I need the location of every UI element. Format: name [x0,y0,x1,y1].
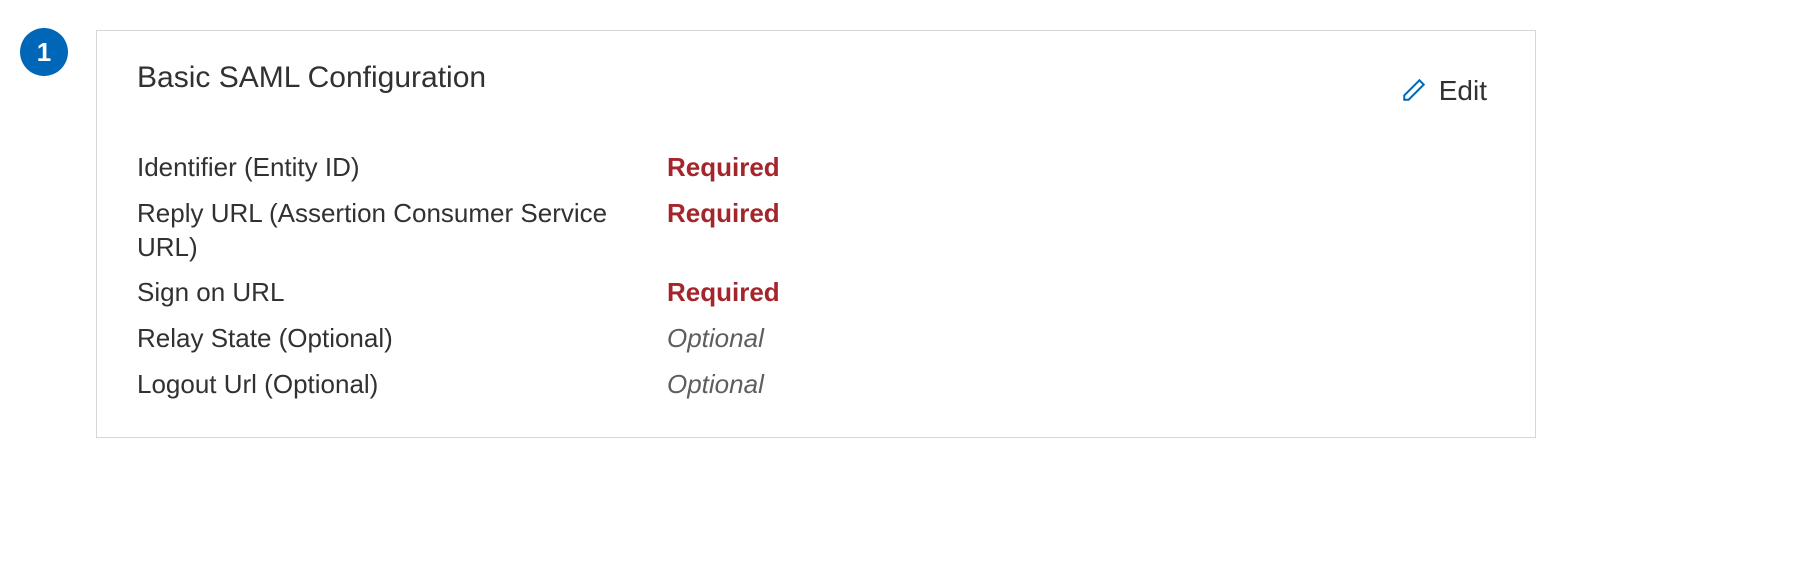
field-label: Identifier (Entity ID) [137,151,667,185]
step-number: 1 [37,37,51,68]
field-label: Logout Url (Optional) [137,368,667,402]
field-row-reply-url: Reply URL (Assertion Consumer Service UR… [137,197,1495,265]
card-title: Basic SAML Configuration [137,61,486,95]
field-value: Required [667,151,780,185]
saml-step-container: 1 Basic SAML Configuration Edit Identifi… [20,30,1779,438]
field-value: Required [667,197,780,231]
edit-button[interactable]: Edit [1393,71,1495,111]
field-row-identifier: Identifier (Entity ID) Required [137,151,1495,185]
field-list: Identifier (Entity ID) Required Reply UR… [137,151,1495,402]
step-number-badge: 1 [20,28,68,76]
edit-button-label: Edit [1439,75,1487,107]
field-row-relay-state: Relay State (Optional) Optional [137,322,1495,356]
field-row-logout-url: Logout Url (Optional) Optional [137,368,1495,402]
pencil-icon [1401,77,1427,106]
field-value: Required [667,276,780,310]
field-value: Optional [667,368,764,402]
card-header: Basic SAML Configuration Edit [137,61,1495,111]
field-value: Optional [667,322,764,356]
saml-config-card: Basic SAML Configuration Edit Identifier… [96,30,1536,438]
field-row-sign-on-url: Sign on URL Required [137,276,1495,310]
field-label: Reply URL (Assertion Consumer Service UR… [137,197,667,265]
field-label: Relay State (Optional) [137,322,667,356]
field-label: Sign on URL [137,276,667,310]
